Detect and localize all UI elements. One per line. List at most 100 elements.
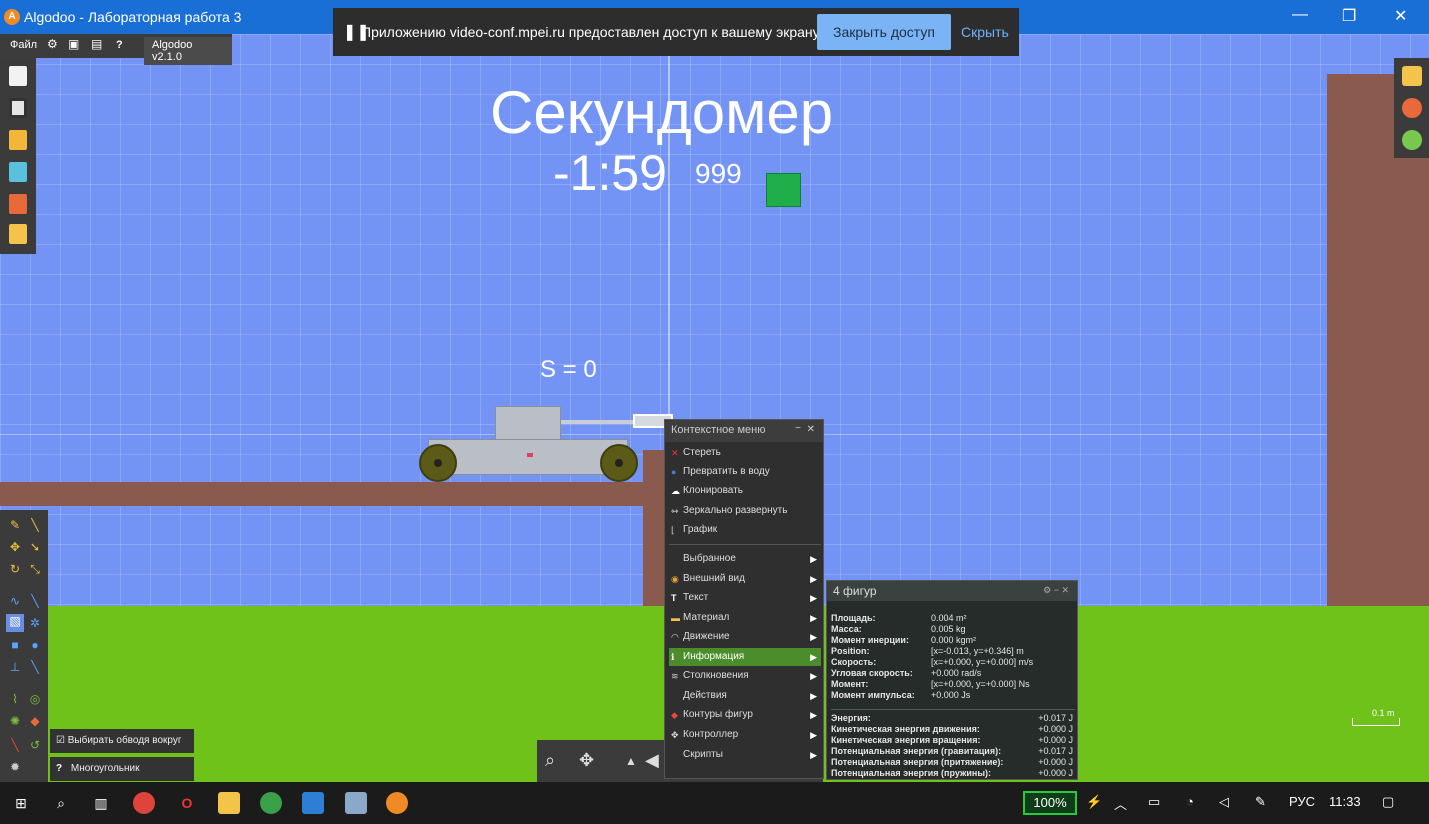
task-view-icon[interactable]: ▥ <box>90 792 112 814</box>
menu-item-actions[interactable]: Действия ▶ <box>669 687 821 705</box>
close-panel-icon[interactable]: ✕ <box>807 424 815 435</box>
zoom-sim-icon[interactable] <box>1402 130 1422 150</box>
battery-indicator[interactable]: 100% <box>1023 791 1077 815</box>
zoom-icon[interactable]: ⌕ <box>545 750 555 771</box>
green-box[interactable] <box>766 173 801 207</box>
pen-icon[interactable]: ✎ <box>1255 794 1266 810</box>
close-window-icon[interactable]: ✕ <box>1394 6 1407 26</box>
knife-tool-icon[interactable]: ╲ <box>28 594 42 608</box>
power-plug-icon[interactable]: ⚡ <box>1086 794 1102 810</box>
settings-icon[interactable]: ⚙ <box>47 37 58 51</box>
menu-item-text[interactable]: T Текст ▶ <box>669 589 821 607</box>
menu-item-clone[interactable]: ☁ Клонировать <box>669 482 821 500</box>
polygon-tool-icon[interactable]: ▧ <box>6 614 24 632</box>
material-icon: ▬ <box>671 613 680 623</box>
menu-item-controller[interactable]: ✥ Контроллер ▶ <box>669 726 821 744</box>
screen-share-banner: ❚❚ Приложению video-conf.mpei.ru предост… <box>333 8 1019 56</box>
polygon-option[interactable]: ? Многоугольник <box>50 757 194 781</box>
notepad-icon[interactable] <box>345 792 367 814</box>
chain-tool-icon[interactable]: ╲ <box>28 660 42 674</box>
file-menu[interactable]: Файл <box>10 39 37 51</box>
new-scene-icon[interactable] <box>9 66 27 86</box>
tank-body[interactable] <box>428 439 628 475</box>
menu-item-graph[interactable]: ⌊ График <box>669 521 821 539</box>
tank-wheel-left[interactable] <box>419 444 457 482</box>
menu-item-material[interactable]: ▬ Материал ▶ <box>669 609 821 627</box>
fixate-tool-icon[interactable]: ◎ <box>28 692 42 706</box>
play-icon[interactable]: ▣ <box>68 37 79 51</box>
maximize-icon[interactable]: ❐ <box>1342 6 1356 26</box>
energy-row: Потенциальная энергия (гравитация): +0.01… <box>831 746 1073 756</box>
menu-item-mirror[interactable]: ⇿ Зеркально развернуть <box>669 502 821 520</box>
undo-icon[interactable]: ◀ <box>645 750 659 771</box>
menu-item-information[interactable]: ℹ Информация ▶ <box>669 648 821 666</box>
platform[interactable] <box>0 482 645 506</box>
minimize-panel-icon[interactable]: − <box>795 423 801 434</box>
select-around-option[interactable]: ☑ Выбирать обводя вокруг <box>50 729 194 753</box>
chevron-right-icon: ▶ <box>810 691 817 701</box>
menu-item-motion[interactable]: ◠ Движение ▶ <box>669 628 821 646</box>
menu-item-appearance[interactable]: ◉ Внешний вид ▶ <box>669 570 821 588</box>
tank-wheel-right[interactable] <box>600 444 638 482</box>
spring-tool-icon[interactable]: ⌇ <box>8 692 22 706</box>
tor-icon[interactable] <box>260 792 282 814</box>
layers-icon[interactable] <box>1402 66 1422 86</box>
help-icon[interactable]: ? <box>116 39 123 51</box>
chrome-icon[interactable] <box>133 792 155 814</box>
sketch-tool-icon[interactable]: ✎ <box>8 518 22 532</box>
rope-tool-icon[interactable]: ∿ <box>8 594 22 608</box>
gear-tool-icon[interactable]: ✲ <box>28 616 42 630</box>
checkbox-icon[interactable]: ☑ <box>56 735 65 746</box>
pillar[interactable] <box>643 450 665 606</box>
menu-item-outlines[interactable]: ◆ Контуры фигур ▶ <box>669 706 821 724</box>
menu-item-to-water[interactable]: ● Превратить в воду <box>669 463 821 481</box>
menu-item-collisions[interactable]: ≋ Столкновения ▶ <box>669 667 821 685</box>
menu-item-selected[interactable]: Выбранное ▶ <box>669 550 821 568</box>
thruster-tool-icon[interactable]: ◆ <box>28 714 42 728</box>
rotate-tool-icon[interactable]: ↻ <box>8 562 22 576</box>
box-tool-icon[interactable]: ■ <box>8 638 22 652</box>
window-icon[interactable]: ▤ <box>91 37 102 51</box>
minimize-icon[interactable]: — <box>1292 6 1308 24</box>
menu-item-scripts[interactable]: Скрипты ▶ <box>669 746 821 764</box>
windows-start-icon[interactable]: ⊞ <box>10 792 32 814</box>
chevron-up-icon[interactable]: ︿ <box>1114 794 1127 813</box>
file-explorer-icon[interactable] <box>218 792 240 814</box>
scene-folder-icon[interactable] <box>9 162 27 182</box>
move-tool-icon[interactable]: ✥ <box>8 540 22 554</box>
circle-tool-icon[interactable]: ● <box>28 638 42 652</box>
hinge-tool-icon[interactable]: ✺ <box>8 714 22 728</box>
opera-icon[interactable]: O <box>176 792 198 814</box>
up-arrow-icon[interactable]: ▲ <box>625 754 637 768</box>
volume-icon[interactable]: ◁ <box>1219 794 1229 810</box>
tracer-tool-icon[interactable]: ↺ <box>28 738 42 752</box>
brush-tool-icon[interactable]: ╲ <box>28 518 42 532</box>
algodoo-taskbar-icon[interactable] <box>386 792 408 814</box>
drag-tool-icon[interactable]: ➘ <box>28 540 42 554</box>
scale-tool-icon[interactable]: ⤡ <box>28 562 42 576</box>
language-indicator[interactable]: РУС <box>1289 794 1315 809</box>
chevron-right-icon: ▶ <box>810 613 817 623</box>
search-icon[interactable]: ⌕ <box>50 792 72 814</box>
phunlet-icon[interactable] <box>9 194 27 214</box>
stop-sharing-button[interactable]: Закрыть доступ <box>817 14 951 50</box>
battery-icon[interactable]: ▭ <box>1148 794 1160 810</box>
eraser-tool-icon[interactable]: ✹ <box>8 760 22 774</box>
wifi-icon[interactable]: ◔ <box>1186 794 1194 809</box>
open-folder-icon[interactable] <box>9 130 27 150</box>
panel-controls-icon[interactable]: ⚙ − ✕ <box>1043 585 1069 596</box>
plane-tool-icon[interactable]: ⊥ <box>8 660 22 674</box>
save-icon[interactable] <box>9 98 27 118</box>
tank-turret[interactable] <box>495 406 561 440</box>
pan-icon[interactable]: ✥ <box>579 750 594 771</box>
palette-icon[interactable] <box>1402 98 1422 118</box>
menu-item-erase[interactable]: ✕ Стереть <box>669 444 821 462</box>
browse-icon[interactable] <box>9 224 27 244</box>
hide-banner-button[interactable]: Скрыть <box>961 24 1009 40</box>
clock[interactable]: 11:33 <box>1329 794 1361 809</box>
notifications-icon[interactable]: ▢ <box>1382 794 1394 810</box>
laser-tool-icon[interactable]: ╲ <box>8 738 22 752</box>
mail-icon[interactable] <box>302 792 324 814</box>
tank-gun[interactable] <box>561 420 639 424</box>
info-row: Момент инерции: 0.000 kgm² <box>831 635 977 645</box>
